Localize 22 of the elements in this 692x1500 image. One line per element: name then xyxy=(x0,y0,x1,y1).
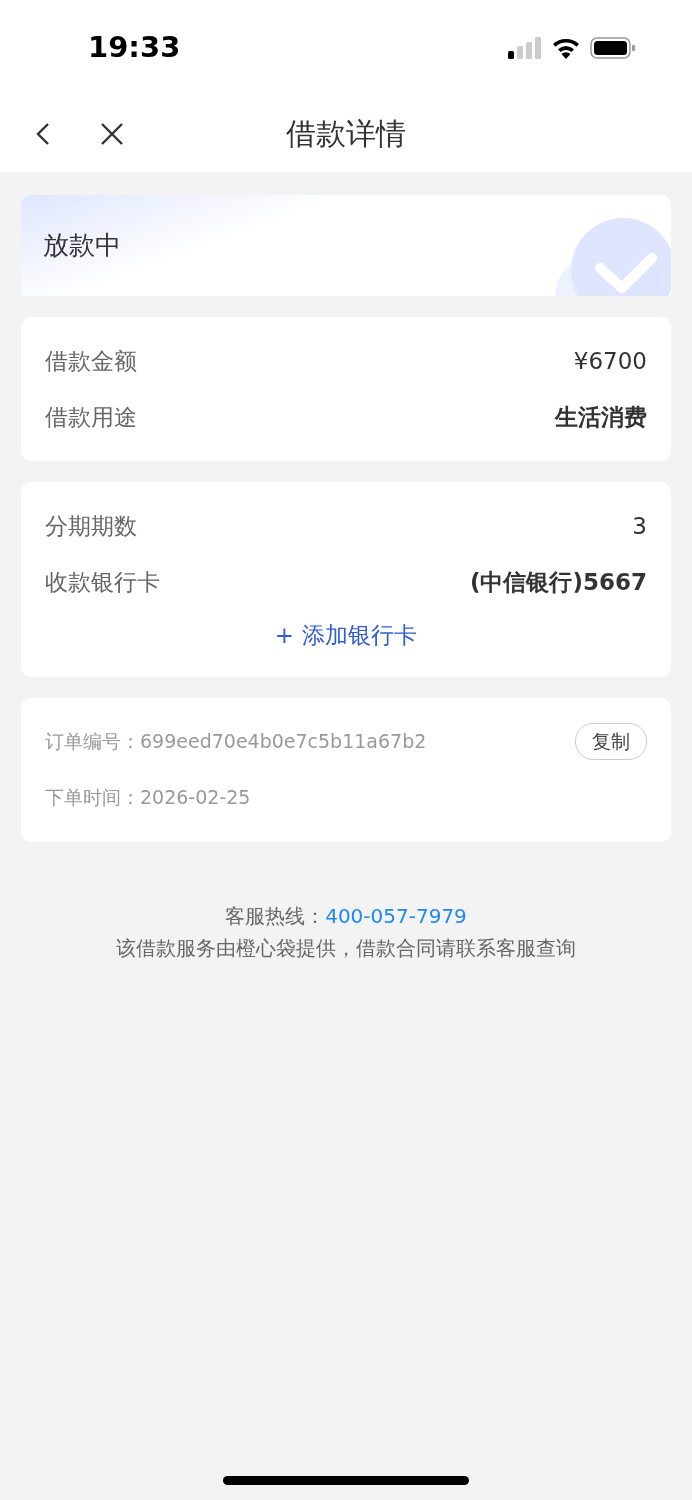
hotline-label: 客服热线： xyxy=(225,903,326,928)
signal-icon xyxy=(508,36,542,59)
battery-icon xyxy=(590,36,636,59)
field-value: 3 xyxy=(632,511,647,541)
field-label: 借款用途 xyxy=(45,402,137,432)
wifi-icon xyxy=(550,36,582,59)
copy-button[interactable]: 复制 xyxy=(575,723,647,760)
field-label: 借款金额 xyxy=(45,346,137,376)
status-title: 放款中 xyxy=(43,229,121,262)
page-title: 借款详情 xyxy=(285,115,407,153)
order-info: 订单编号：699eed70e4b0e7c5b11a67b2 xyxy=(45,729,427,755)
field-label: 分期期数 xyxy=(45,511,137,541)
status-time: 19:33 xyxy=(88,28,181,66)
hotline-link[interactable]: 400-057-7979 xyxy=(325,903,467,928)
field-value: (中信银行)5667 xyxy=(469,567,647,597)
field-value: ¥6700 xyxy=(573,346,647,376)
field-label: 收款银行卡 xyxy=(45,567,160,597)
plus-icon: + xyxy=(274,618,295,653)
order-info: 下单时间：2026-02-25 xyxy=(45,785,251,811)
add-bank-card-button[interactable]: + 添加银行卡 xyxy=(274,618,418,653)
disclaimer-text: 该借款服务由橙心袋提供，借款合同请联系客服查询 xyxy=(115,934,577,962)
field-value: 生活消费 xyxy=(555,402,647,432)
